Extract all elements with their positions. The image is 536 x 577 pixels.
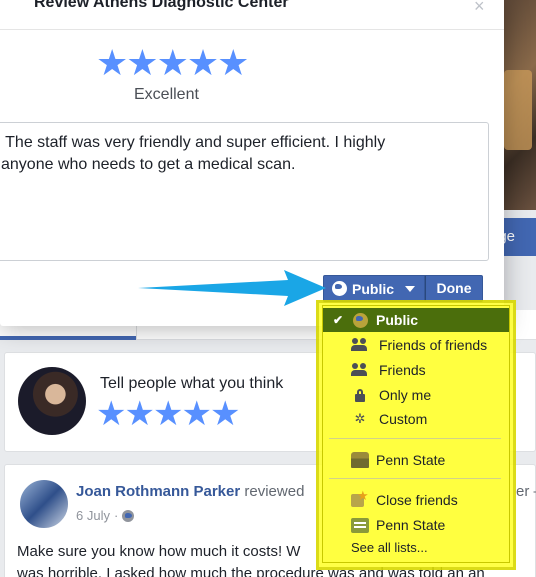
menu-divider [329,438,501,439]
option-label: Penn State [376,517,446,533]
people-icon [351,337,369,353]
person-icon [351,362,369,378]
dot-separator: · [113,508,119,523]
audience-globe-icon [122,509,135,522]
option-label: Public [376,312,419,328]
privacy-dropdown-menu: ✔ Public Friends of friends Friends Only… [322,305,510,563]
star-icon[interactable]: ★ [126,45,158,81]
globe-icon [351,312,369,328]
avatar[interactable] [18,367,86,435]
cover-photo-detail [504,70,532,150]
privacy-option-only-me[interactable]: Only me [323,383,509,407]
write-review-prompt[interactable]: Tell people what you think [100,375,283,393]
pointer-arrow-icon [138,270,326,306]
review-verb: reviewed [244,483,305,500]
close-icon[interactable]: × [474,0,485,17]
reviewer-name[interactable]: Joan Rothmann Parker [76,483,240,500]
option-label: Close friends [376,492,458,508]
option-label: Penn State [376,452,446,468]
star-icon[interactable]: ★ [181,397,211,431]
star-icon[interactable]: ★ [210,397,240,431]
done-button[interactable]: Done [425,275,483,302]
rating-stars-input[interactable]: ★ ★ ★ ★ ★ [96,397,240,431]
option-label: Only me [379,387,432,403]
privacy-selector-button[interactable]: Public [323,275,425,302]
cover-photo [500,0,536,210]
menu-divider [329,478,501,479]
star-icon[interactable]: ★ [124,397,154,431]
review-date[interactable]: 6 July [76,508,110,523]
review-meta: 6 July · [76,508,135,523]
caret-down-icon [405,285,416,292]
star-icon[interactable]: ★ [217,45,249,81]
star-icon[interactable]: ★ [157,45,189,81]
list-icon [351,517,369,533]
dialog-title: Review Athens Diagnostic Center [34,0,289,11]
privacy-label: Public [352,280,395,297]
star-icon[interactable]: ★ [153,397,183,431]
close-friends-icon [351,488,369,508]
check-icon: ✔ [333,313,344,327]
privacy-option-friends[interactable]: Friends [323,358,509,382]
option-label: Custom [379,411,428,427]
privacy-option-list-penn-state[interactable]: Penn State [323,513,509,537]
privacy-option-custom[interactable]: ✲ Custom [323,407,509,431]
lock-icon [351,387,369,403]
globe-icon [332,281,347,296]
review-textarea[interactable]: The staff was very friendly and super ef… [0,122,489,261]
gear-icon: ✲ [354,411,366,426]
privacy-option-public[interactable]: ✔ Public [323,308,509,332]
review-body-line1: Make sure you know how much it costs! W [17,543,301,560]
review-target-tail: er – [516,483,536,500]
school-icon [351,452,369,468]
privacy-option-close-friends[interactable]: Close friends [323,488,509,512]
privacy-option-friends-of-friends[interactable]: Friends of friends [323,333,509,357]
option-label: Friends [379,362,426,378]
star-icon[interactable]: ★ [96,45,128,81]
privacy-option-group-penn-state[interactable]: Penn State [323,448,509,472]
star-icon[interactable]: ★ [96,397,126,431]
review-text: The staff was very friendly and super ef… [1,134,386,173]
rating-stars[interactable]: ★ ★ ★ ★ ★ [96,45,249,81]
reviewer-avatar[interactable] [18,478,70,530]
rating-label: Excellent [134,86,199,103]
dialog-header: Review Athens Diagnostic Center × [0,0,504,30]
option-label: Friends of friends [379,337,488,353]
see-all-lists-link[interactable]: See all lists... [351,540,428,555]
star-icon[interactable]: ★ [187,45,219,81]
reviewer-line: Joan Rothmann Parker reviewed er – [76,483,536,500]
active-tab-indicator [0,336,136,340]
